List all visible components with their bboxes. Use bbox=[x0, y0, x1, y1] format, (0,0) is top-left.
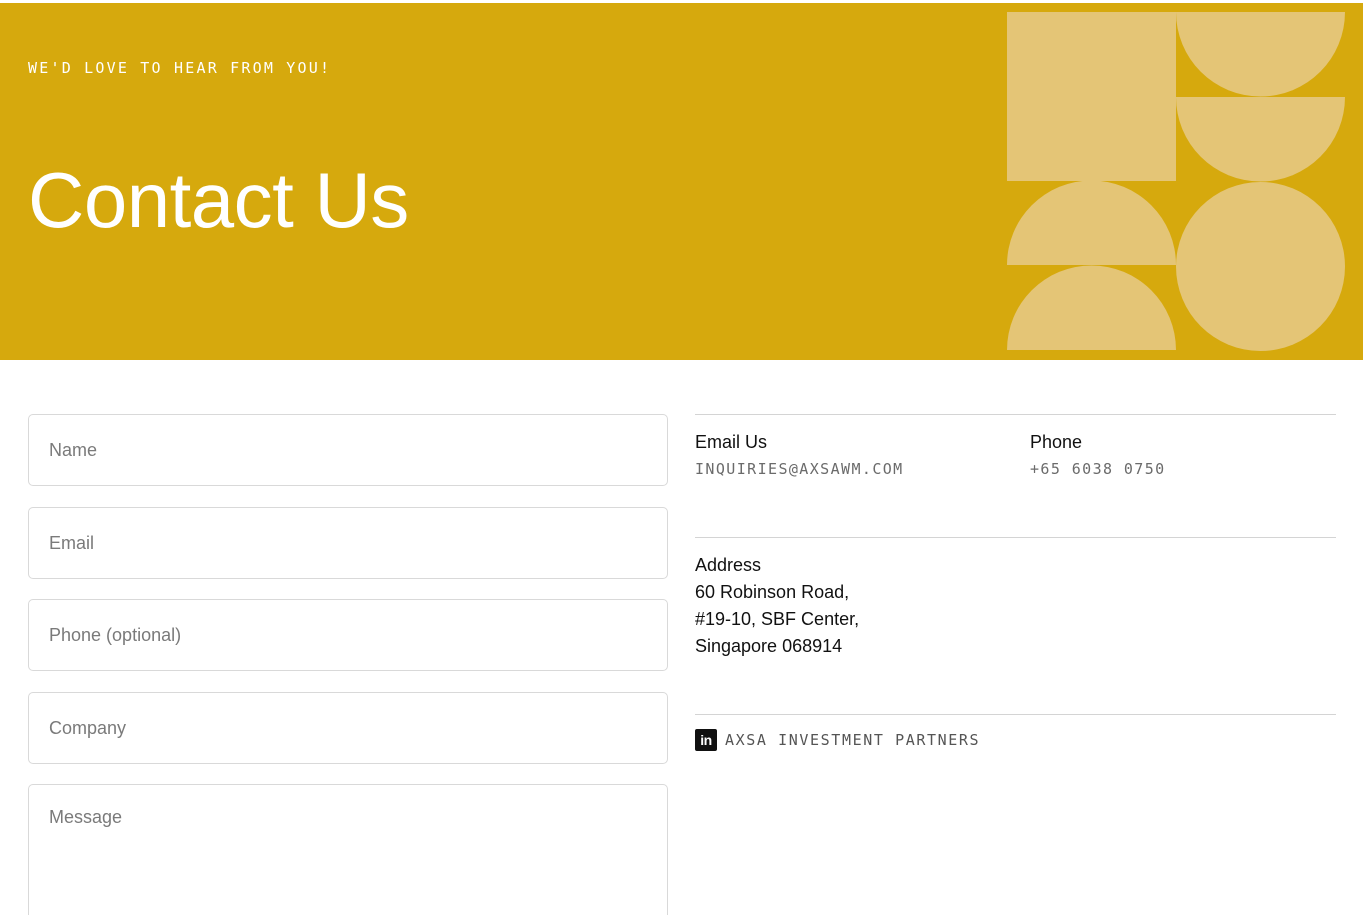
phone-label: Phone bbox=[1030, 432, 1083, 452]
address-line-2: #19-10, SBF Center, bbox=[695, 609, 860, 629]
name-field[interactable] bbox=[28, 414, 668, 486]
message-field[interactable] bbox=[28, 784, 668, 915]
deco-half-circle-left-upper bbox=[1007, 180, 1176, 265]
divider-top bbox=[695, 414, 1336, 415]
divider-middle bbox=[695, 537, 1336, 538]
divider-bottom bbox=[695, 714, 1336, 715]
linkedin-link[interactable]: in AXSA INVESTMENT PARTNERS bbox=[695, 729, 980, 751]
deco-square bbox=[1007, 12, 1176, 181]
deco-half-circle-mid bbox=[1176, 97, 1345, 182]
address-line-3: Singapore 068914 bbox=[695, 636, 843, 656]
deco-circle bbox=[1176, 182, 1345, 351]
deco-half-circle-left-lower bbox=[1007, 265, 1176, 350]
email-field[interactable] bbox=[28, 507, 668, 579]
company-field[interactable] bbox=[28, 692, 668, 764]
linkedin-icon: in bbox=[695, 729, 717, 751]
address-label: Address bbox=[695, 555, 762, 575]
page-title: Contact Us bbox=[28, 156, 409, 244]
phone-field[interactable] bbox=[28, 599, 668, 671]
email-link[interactable]: INQUIRIES@AXSAWM.COM bbox=[695, 460, 904, 478]
hero-eyebrow: WE'D LOVE TO HEAR FROM YOU! bbox=[28, 59, 332, 77]
address-line-1: 60 Robinson Road, bbox=[695, 582, 850, 602]
phone-link[interactable]: +65 6038 0750 bbox=[1030, 460, 1166, 478]
linkedin-label: AXSA INVESTMENT PARTNERS bbox=[725, 731, 981, 749]
hero-banner: WE'D LOVE TO HEAR FROM YOU! Contact Us bbox=[0, 3, 1363, 360]
email-label: Email Us bbox=[695, 432, 768, 452]
deco-half-circle-top bbox=[1176, 12, 1345, 97]
